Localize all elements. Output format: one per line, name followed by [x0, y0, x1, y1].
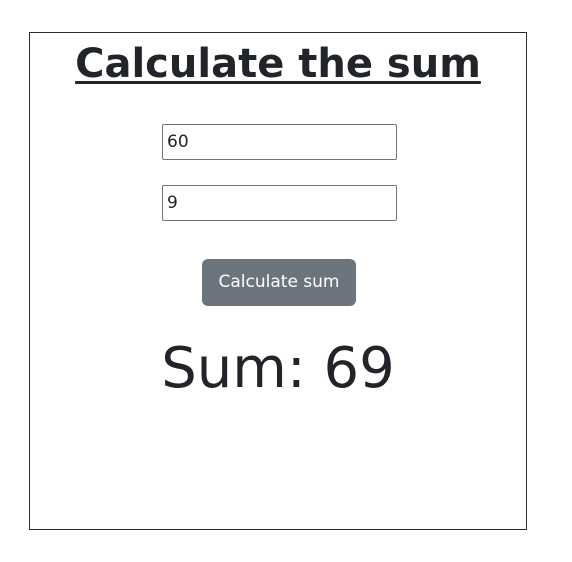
- page-title: Calculate the sum: [75, 41, 481, 87]
- calculator-card: Calculate the sum Calculate sum Sum: 69: [29, 32, 527, 530]
- sum-result: Sum: 69: [161, 336, 395, 401]
- calculate-sum-button[interactable]: Calculate sum: [202, 259, 356, 306]
- first-number-input[interactable]: [162, 124, 397, 160]
- second-number-input[interactable]: [162, 185, 397, 221]
